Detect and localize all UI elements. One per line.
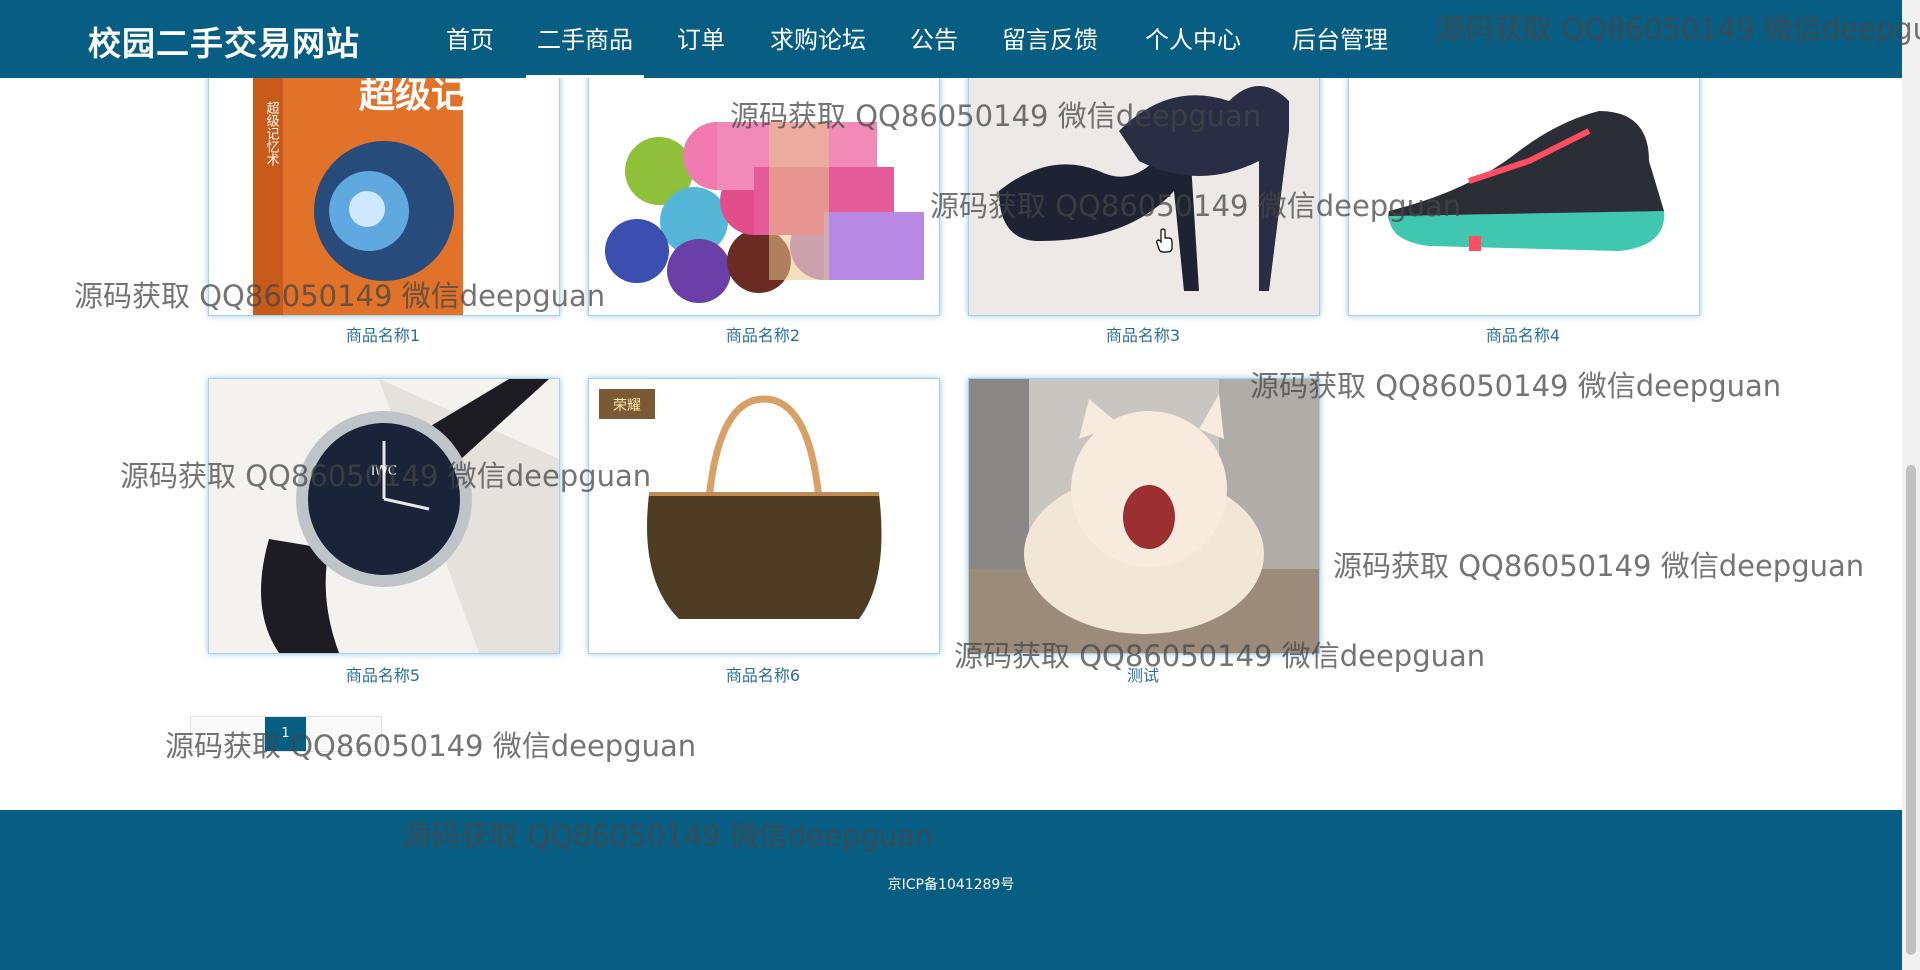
bag-logo-text: 荣耀: [613, 398, 641, 414]
handbag-image: 荣耀: [589, 379, 939, 653]
nav-home[interactable]: 首页: [440, 0, 500, 78]
product-card-5[interactable]: IWC: [208, 378, 560, 654]
product-card-6[interactable]: 荣耀: [588, 378, 940, 654]
nav-feedback[interactable]: 留言反馈: [998, 0, 1102, 78]
pagination: 1: [190, 716, 382, 752]
top-navbar: 校园二手交易网站 首页 二手商品 订单 求购论坛 公告 留言反馈 个人中心 后台…: [0, 0, 1902, 78]
product-card-7[interactable]: [968, 378, 1320, 654]
watch-image: IWC: [209, 379, 559, 653]
yoga-mats-image: [589, 41, 939, 315]
hand-cursor-icon: [1156, 228, 1173, 253]
product-name-7[interactable]: 测试: [968, 662, 1318, 686]
product-name-3[interactable]: 商品名称3: [968, 322, 1318, 346]
icp-record: 京ICP备1041289号: [887, 877, 1015, 893]
scrollbar-thumb[interactable]: [1906, 465, 1916, 955]
cat-image: [969, 379, 1319, 653]
product-name-4[interactable]: 商品名称4: [1348, 322, 1698, 346]
sneaker-image: [1349, 41, 1699, 315]
high-heels-image: [969, 41, 1319, 315]
product-card-4[interactable]: [1348, 40, 1700, 316]
product-card-2[interactable]: [588, 40, 940, 316]
nav-orders[interactable]: 订单: [672, 0, 730, 78]
nav-products[interactable]: 二手商品: [526, 0, 644, 78]
book-cover-image: 超级记忆术 超级记忆术: [209, 41, 559, 315]
book-title-text: 超级记忆术: [359, 75, 539, 116]
site-title[interactable]: 校园二手交易网站: [88, 17, 360, 65]
product-card-3[interactable]: [968, 40, 1320, 316]
watermark-text: 源码获取 QQ86050149 微信deepguan: [1333, 549, 1865, 583]
product-card-1[interactable]: 超级记忆术 超级记忆术: [208, 40, 560, 316]
nav-admin[interactable]: 后台管理: [1287, 0, 1393, 78]
product-name-6[interactable]: 商品名称6: [588, 662, 938, 686]
product-name-5[interactable]: 商品名称5: [208, 662, 558, 686]
nav-profile[interactable]: 个人中心: [1140, 0, 1246, 78]
footer: 京ICP备1041289号: [0, 810, 1902, 970]
nav-notice[interactable]: 公告: [906, 0, 962, 78]
product-name-2[interactable]: 商品名称2: [588, 322, 938, 346]
watch-brand-text: IWC: [371, 464, 397, 479]
product-name-1[interactable]: 商品名称1: [208, 322, 558, 346]
page-button-1[interactable]: 1: [265, 717, 306, 751]
nav-forum[interactable]: 求购论坛: [766, 0, 870, 78]
watermark-text: 源码获取 QQ86050149 微信deepguan: [1250, 369, 1782, 403]
book-spine-text: 超级记忆术: [264, 101, 280, 166]
page-scrollbar[interactable]: [1902, 0, 1920, 970]
